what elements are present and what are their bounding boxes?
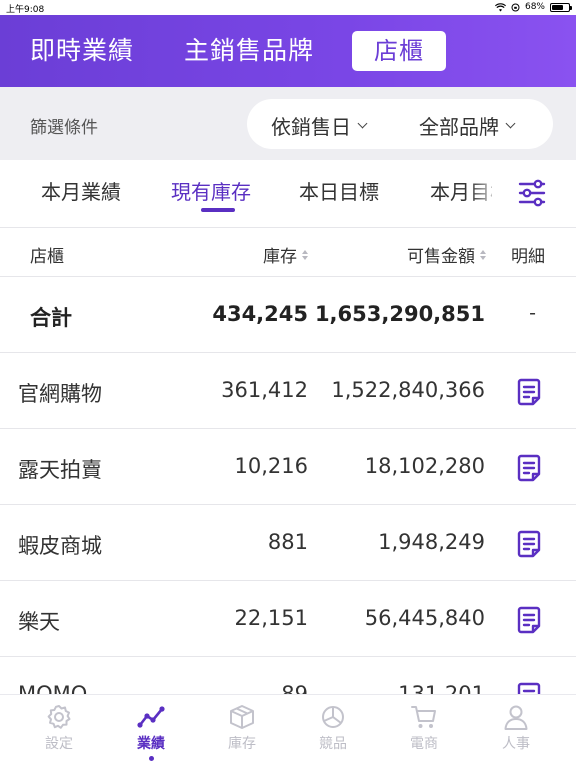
nav-label-settings: 設定 [45,736,73,752]
sort-icon [480,249,486,260]
store-name: 露天拍賣 [18,458,102,482]
column-header-detail-label: 明細 [511,247,545,267]
store-amount: 1,522,840,366 [331,378,485,402]
nav-item-sales[interactable]: 業績 [121,703,181,761]
total-label: 合計 [30,306,72,330]
column-header-stock[interactable]: 庫存 [263,242,308,267]
nav-item-inventory[interactable]: 庫存 [212,703,272,753]
filter-bar: 篩選條件 依銷售日 全部品牌 [0,87,576,160]
nav-label-competitors: 競品 [319,736,347,752]
store-stock: 361,412 [221,378,308,402]
total-detail: - [529,302,536,324]
store-stock: 881 [267,530,308,554]
detail-list-icon[interactable] [516,529,542,559]
nav-label-ecommerce: 電商 [410,736,438,752]
nav-label-sales: 業績 [137,736,165,752]
status-bar: 上午9:08 68% [0,0,576,15]
filter-label: 篩選條件 [30,118,98,138]
detail-list-icon[interactable] [516,605,542,635]
status-indicators: 68% [494,2,572,12]
header-tab-store-counter[interactable]: 店櫃 [352,31,446,71]
nav-item-settings[interactable]: 設定 [29,703,89,753]
battery-percent: 68% [524,2,545,12]
box-icon [230,705,254,729]
bottom-navigation: 設定 業績 庫存 競品 電商 人事 [0,694,576,768]
sort-icon [302,249,308,260]
status-time: 上午9:08 [6,5,45,15]
table-header: 店櫃 庫存 可售金額 明細 [0,227,576,277]
store-name: 樂天 [18,610,60,634]
column-header-amount-label: 可售金額 [407,247,475,267]
table-row: 露天拍賣 10,216 18,102,280 [0,429,576,505]
nav-label-personnel: 人事 [502,736,530,752]
chevron-down-icon [505,118,516,129]
header-bar: 即時業績 主銷售品牌 店櫃 [0,15,576,87]
store-amount: 18,102,280 [364,454,485,478]
store-name: 蝦皮商城 [18,534,102,558]
detail-list-icon[interactable] [516,377,542,407]
filter-settings-icon[interactable] [515,176,549,210]
pie-chart-icon [322,706,344,728]
nav-label-inventory: 庫存 [228,736,256,752]
detail-list-icon[interactable] [516,453,542,483]
nav-active-dot [148,756,154,761]
table-row: 蝦皮商城 881 1,948,249 [0,505,576,581]
column-header-store-label: 店櫃 [30,247,64,267]
column-header-amount[interactable]: 可售金額 [407,242,486,267]
brand-filter-select[interactable]: 全部品牌 [419,111,516,140]
store-name: 官網購物 [18,382,102,406]
cart-icon [411,706,436,728]
gear-icon [47,705,71,729]
brand-filter-value: 全部品牌 [419,115,499,139]
trend-chart-icon [137,706,165,728]
date-filter-value: 依銷售日 [271,115,351,139]
column-header-store: 店櫃 [30,242,64,267]
store-stock: 10,216 [234,454,308,478]
tab-current-inventory[interactable]: 現有庫存 [171,176,251,205]
column-header-stock-label: 庫存 [263,247,297,267]
store-stock: 22,151 [234,606,308,630]
battery-icon [550,2,572,12]
total-stock: 434,245 [212,302,308,326]
sub-tab-bar: 本月業績 現有庫存 本日目標 本月目標 [0,160,576,226]
date-filter-select[interactable]: 依銷售日 [271,111,368,140]
header-tab-main-brands[interactable]: 主銷售品牌 [184,31,314,71]
header-tab-realtime-sales[interactable]: 即時業績 [30,31,134,71]
nav-item-ecommerce[interactable]: 電商 [394,703,454,753]
person-icon [504,705,528,730]
active-tab-indicator [201,208,235,212]
table-total-row: 合計 434,245 1,653,290,851 - [0,277,576,353]
tab-overflow-fade [470,160,510,226]
total-amount: 1,653,290,851 [314,302,485,326]
tab-monthly-sales[interactable]: 本月業績 [41,176,121,205]
filter-pill: 依銷售日 全部品牌 [247,99,553,149]
nav-item-competitors[interactable]: 競品 [303,703,363,753]
chevron-down-icon [357,118,368,129]
table-row: 官網購物 361,412 1,522,840,366 [0,353,576,429]
column-header-detail: 明細 [511,242,545,267]
tab-daily-target[interactable]: 本日目標 [299,176,379,205]
battery-level [552,4,563,10]
nav-item-personnel[interactable]: 人事 [486,703,546,753]
store-amount: 1,948,249 [378,530,485,554]
orientation-lock-icon [511,3,520,11]
store-amount: 56,445,840 [364,606,485,630]
table-row: 樂天 22,151 56,445,840 [0,581,576,657]
wifi-icon [494,2,506,11]
